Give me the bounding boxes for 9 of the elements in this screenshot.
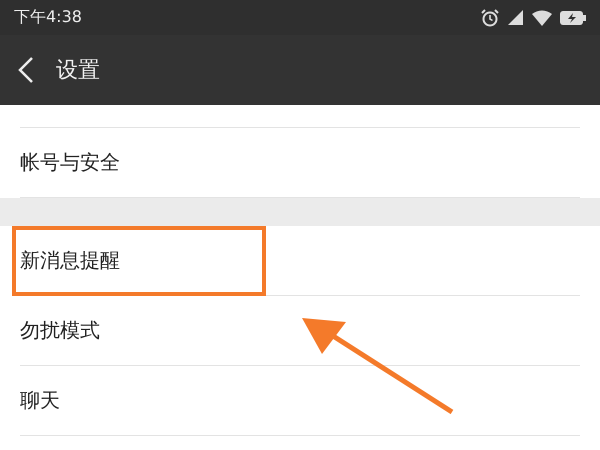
wifi-icon (532, 10, 552, 26)
battery-icon (560, 10, 586, 24)
page-title: 设置 (56, 57, 100, 85)
status-time: 下午4:38 (14, 7, 82, 28)
settings-item[interactable]: 新消息提醒 (20, 226, 580, 296)
alarm-icon (481, 8, 499, 26)
back-icon[interactable] (18, 57, 34, 83)
settings-item[interactable]: 聊天 (20, 366, 580, 436)
signal-icon (507, 9, 524, 26)
